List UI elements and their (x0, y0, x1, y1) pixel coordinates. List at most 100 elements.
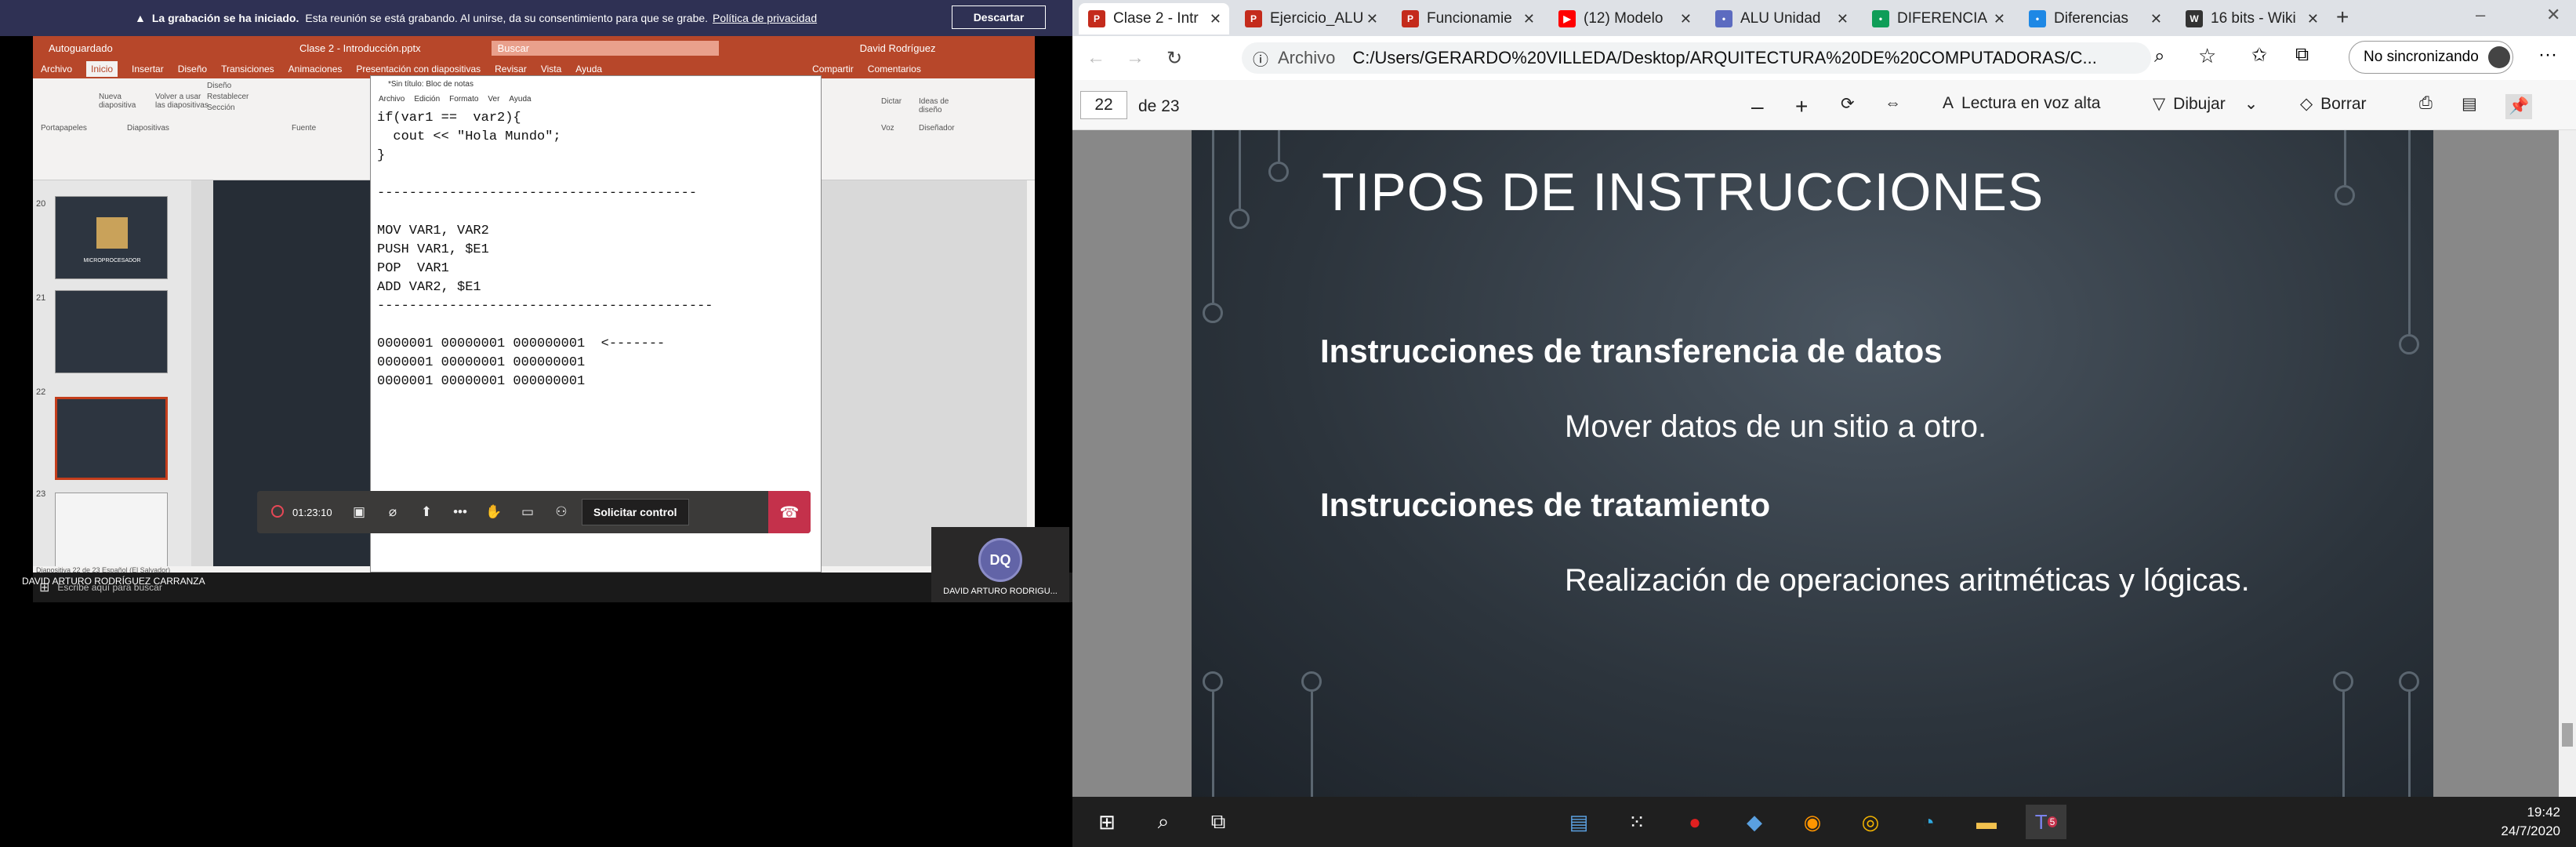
zoom-icon[interactable]: ⌕ (2154, 45, 2164, 67)
hang-up-icon[interactable]: ☎ (768, 491, 811, 533)
pin-toolbar-icon[interactable]: 📌 (2505, 94, 2533, 119)
reuse-slides-button[interactable]: Volver a usar las diapositivas (155, 93, 210, 110)
raise-hand-icon[interactable]: ✋ (480, 498, 508, 526)
menu-ver[interactable]: Ver (488, 95, 499, 104)
comments-button[interactable]: Comentarios (868, 64, 921, 75)
file-explorer-icon[interactable]: ▬ (1969, 805, 2004, 839)
discard-button[interactable]: Descartar (952, 5, 1046, 29)
menu-formato[interactable]: Formato (449, 95, 478, 104)
close-tab-icon[interactable]: ✕ (1366, 11, 1378, 27)
windows-start-icon[interactable]: ⊞ (1090, 805, 1124, 839)
warning-icon: ▲ (135, 12, 146, 24)
tab-animaciones[interactable]: Animaciones (288, 64, 343, 75)
fit-page-icon[interactable]: ⇔ (1885, 94, 1901, 113)
tab-vista[interactable]: Vista (541, 64, 561, 75)
chrome-icon[interactable]: ◎ (1853, 805, 1888, 839)
close-tab-icon[interactable]: ✕ (1994, 11, 2005, 27)
browser-tab[interactable]: ▶ (12) Modelo ✕ (1549, 3, 1700, 35)
close-tab-icon[interactable]: ✕ (1523, 11, 1535, 27)
menu-edicion[interactable]: Edición (414, 95, 440, 104)
forward-icon[interactable]: → (1119, 42, 1151, 74)
rotate-icon[interactable]: ⟳ (1841, 94, 1855, 114)
scrollbar-thumb[interactable] (2562, 723, 2573, 747)
back-icon[interactable]: ← (1080, 42, 1112, 74)
print-icon[interactable]: ⎙ (2419, 94, 2433, 113)
tab-inicio[interactable]: Inicio (86, 61, 118, 77)
layout-button[interactable]: Diseño (207, 82, 231, 90)
close-window-icon[interactable]: ✕ (2546, 5, 2560, 25)
close-tab-icon[interactable]: ✕ (2307, 11, 2319, 27)
browser-tab[interactable]: W 16 bits - Wiki ✕ (2176, 3, 2327, 35)
favorites-icon[interactable]: ✩ (2251, 44, 2267, 67)
opera-icon[interactable]: ● (1678, 805, 1712, 839)
camera-off-icon[interactable]: ▣ (345, 498, 373, 526)
close-tab-icon[interactable]: ✕ (2150, 11, 2162, 27)
new-slide-button[interactable]: Nueva diapositiva (99, 93, 154, 110)
share-screen-icon[interactable]: ⬆ (412, 498, 441, 526)
dictate-button[interactable]: Dictar (881, 97, 902, 106)
teams-icon[interactable]: T5 (2026, 805, 2066, 839)
collections-icon[interactable]: ⧉ (2295, 44, 2309, 66)
tab-insertar[interactable]: Insertar (132, 64, 164, 75)
mic-off-icon[interactable]: ⌀ (379, 498, 407, 526)
browser-tab[interactable]: P Funcionamie ✕ (1392, 3, 1543, 35)
chat-icon[interactable]: ▭ (513, 498, 542, 526)
slide-thumbnail-20[interactable]: MICROPROCESADOR (55, 196, 168, 279)
close-tab-icon[interactable]: ✕ (1680, 11, 1692, 27)
reset-button[interactable]: Restablecer (207, 93, 249, 101)
tab-diseno[interactable]: Diseño (178, 64, 207, 75)
browser-tab[interactable]: • Diferencias ✕ (2019, 3, 2170, 35)
app-icon[interactable]: ▤ (1562, 805, 1596, 839)
system-clock[interactable]: 19:42 24/7/2020 (2501, 803, 2560, 841)
more-icon[interactable]: ··· (2538, 44, 2557, 66)
menu-archivo[interactable]: Archivo (379, 95, 405, 104)
favorite-star-icon[interactable]: ☆ (2198, 44, 2216, 68)
apps-grid-icon[interactable]: ⁙ (1620, 805, 1654, 839)
notepad-text-area[interactable]: if(var1 == var2){ cout << "Hola Mundo";}… (371, 106, 821, 394)
save-icon[interactable]: ▤ (2462, 94, 2477, 114)
tab-presentacion[interactable]: Presentación con diapositivas (356, 64, 481, 75)
pdf-viewer[interactable]: TIPOS DE INSTRUCCIONES Instrucciones de … (1072, 130, 2576, 797)
tab-archivo[interactable]: Archivo (41, 64, 72, 75)
zoom-out-icon[interactable]: – (1751, 94, 1764, 119)
tab-revisar[interactable]: Revisar (495, 64, 527, 75)
privacy-link[interactable]: Política de privacidad (713, 12, 817, 24)
slide-thumbnail-22[interactable] (55, 397, 168, 480)
browser-tab[interactable]: P Clase 2 - Intr ✕ (1079, 3, 1229, 35)
close-tab-icon[interactable]: ✕ (1210, 11, 1221, 27)
slide-thumbnail-21[interactable] (55, 290, 168, 373)
section-button[interactable]: Sección (207, 104, 235, 112)
request-control-button[interactable]: Solicitar control (582, 499, 689, 525)
draw-button[interactable]: ▽ Dibujar ⌄ (2153, 94, 2258, 114)
slide-thumbnail-23[interactable] (55, 493, 168, 576)
menu-ayuda[interactable]: Ayuda (509, 95, 531, 104)
ppt-search-input[interactable]: Buscar (491, 40, 719, 56)
refresh-icon[interactable]: ↻ (1159, 42, 1190, 74)
close-tab-icon[interactable]: ✕ (1837, 11, 1849, 27)
tab-transiciones[interactable]: Transiciones (221, 64, 274, 75)
new-tab-button[interactable]: + (2336, 5, 2349, 30)
chevron-down-icon[interactable]: ⌄ (2244, 94, 2259, 114)
edge-icon[interactable]: ◔ (1911, 805, 1946, 839)
sync-button[interactable]: No sincronizando (2349, 41, 2513, 74)
search-icon[interactable]: ⌕ (1146, 805, 1181, 839)
firefox-icon[interactable]: ◉ (1795, 805, 1830, 839)
browser-tab[interactable]: • DIFERENCIA ✕ (1863, 3, 2013, 35)
url-input[interactable]: ⓘ Archivo C:/Users/GERARDO%20VILLEDA/Des… (1242, 42, 2151, 74)
browser-tab[interactable]: • ALU Unidad ✕ (1706, 3, 1856, 35)
tab-ayuda[interactable]: Ayuda (575, 64, 602, 75)
pdf-scrollbar[interactable] (2559, 130, 2576, 797)
zoom-in-icon[interactable]: + (1795, 94, 1808, 119)
participants-icon[interactable]: ⚇ (547, 498, 575, 526)
minimize-icon[interactable]: – (2476, 5, 2485, 25)
design-ideas-button[interactable]: Ideas de diseño (919, 97, 958, 115)
virtualbox-icon[interactable]: ◆ (1737, 805, 1772, 839)
more-options-icon[interactable]: ••• (446, 498, 474, 526)
share-button[interactable]: Compartir (812, 64, 854, 75)
read-aloud-button[interactable]: A Lectura en voz alta (1943, 94, 2100, 113)
task-view-icon[interactable]: ⧉ (1201, 805, 1235, 839)
page-number-input[interactable]: 22 (1080, 91, 1127, 119)
erase-button[interactable]: ◇ Borrar (2300, 94, 2367, 114)
autosave-label[interactable]: Autoguardado (49, 42, 143, 54)
browser-tab[interactable]: P Ejercicio_ALU ✕ (1235, 3, 1386, 35)
